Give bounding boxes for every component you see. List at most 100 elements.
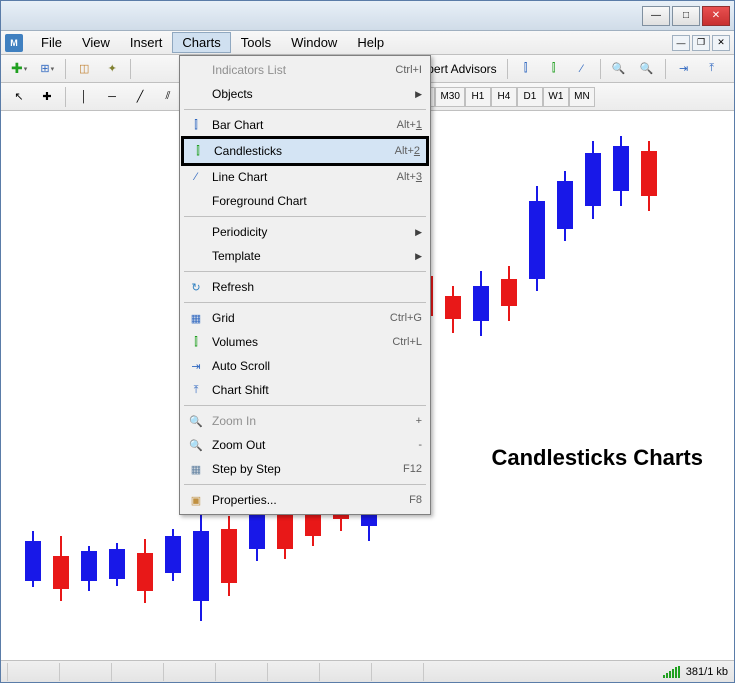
menu-item-template[interactable]: Template▶ <box>182 244 428 268</box>
blank-icon <box>186 223 206 241</box>
menu-item-refresh[interactable]: ↻ Refresh <box>182 275 428 299</box>
candlestick <box>496 111 522 660</box>
candlestick <box>580 111 606 660</box>
menu-item-label: Step by Step <box>212 462 403 476</box>
candlestick <box>48 111 74 660</box>
candlestick <box>20 111 46 660</box>
candlestick <box>636 111 662 660</box>
menu-file[interactable]: File <box>31 32 72 53</box>
menu-item-label: Chart Shift <box>212 383 422 397</box>
vol-icon: ⫿ <box>186 333 206 351</box>
mdi-minimize-button[interactable]: — <box>672 35 690 51</box>
horizontal-line-button[interactable]: ─ <box>100 86 124 108</box>
bar-chart-button[interactable]: ⫿ <box>514 58 538 80</box>
candlestick <box>76 111 102 660</box>
menu-item-label: Candlesticks <box>214 144 395 158</box>
bar-icon: ⫿ <box>186 116 206 134</box>
titlebar: — □ ✕ <box>1 1 734 31</box>
menu-window[interactable]: Window <box>281 32 347 53</box>
chart-shift-button[interactable]: ⤒ <box>700 58 724 80</box>
menu-separator <box>184 216 426 217</box>
shift-icon: ⤒ <box>186 381 206 399</box>
menu-shortcut: Alt+3 <box>397 171 422 183</box>
menu-help[interactable]: Help <box>347 32 394 53</box>
menu-view[interactable]: View <box>72 32 120 53</box>
menu-separator <box>184 271 426 272</box>
timeframe-mn[interactable]: MN <box>569 87 595 107</box>
crosshair-button[interactable]: ✚ <box>35 86 59 108</box>
candlestick <box>440 111 466 660</box>
new-chart-button[interactable]: ✚▾ <box>7 58 31 80</box>
zoom-in-button[interactable]: 🔍 <box>607 58 631 80</box>
auto-scroll-button[interactable]: ⇥ <box>672 58 696 80</box>
mdi-restore-button[interactable]: ❐ <box>692 35 710 51</box>
submenu-arrow-icon: ▶ <box>415 89 422 100</box>
menu-separator <box>184 405 426 406</box>
menu-item-volumes[interactable]: ⫿VolumesCtrl+L <box>182 330 428 354</box>
trendline-button[interactable]: ╱ <box>128 86 152 108</box>
candlestick <box>132 111 158 660</box>
menu-item-grid[interactable]: ▦GridCtrl+G <box>182 306 428 330</box>
menu-item-zoom-out[interactable]: 🔍Zoom Out- <box>182 433 428 457</box>
menu-insert[interactable]: Insert <box>120 32 173 53</box>
close-button[interactable]: ✕ <box>702 6 730 26</box>
menu-item-properties[interactable]: ▣Properties...F8 <box>182 488 428 512</box>
zout-icon: 🔍 <box>186 436 206 454</box>
zoom-out-button[interactable]: 🔍 <box>635 58 659 80</box>
menu-item-foreground-chart[interactable]: Foreground Chart <box>182 189 428 213</box>
menu-item-auto-scroll[interactable]: ⇥Auto Scroll <box>182 354 428 378</box>
timeframe-h1[interactable]: H1 <box>465 87 491 107</box>
menu-item-label: Grid <box>212 311 390 325</box>
charts-menu-dropdown: Indicators ListCtrl+IObjects▶ ⫿Bar ChartA… <box>179 55 431 515</box>
cursor-button[interactable]: ↖ <box>7 86 31 108</box>
menu-charts[interactable]: Charts <box>172 32 230 53</box>
timeframe-h4[interactable]: H4 <box>491 87 517 107</box>
timeframe-m30[interactable]: M30 <box>435 87 464 107</box>
menu-item-indicators-list: Indicators ListCtrl+I <box>182 58 428 82</box>
menu-separator <box>184 109 426 110</box>
menu-item-step-by-step[interactable]: ▦Step by StepF12 <box>182 457 428 481</box>
menu-shortcut: - <box>418 439 422 451</box>
menu-item-zoom-in: 🔍Zoom In+ <box>182 409 428 433</box>
channel-button[interactable]: ⫽ <box>156 86 180 108</box>
menu-shortcut: Ctrl+I <box>395 64 422 76</box>
candlestick-button[interactable]: ⫿ <box>542 58 566 80</box>
blank-icon <box>186 85 206 103</box>
statusbar: 381/1 kb <box>1 660 734 682</box>
maximize-button[interactable]: □ <box>672 6 700 26</box>
menu-shortcut: Alt+1 <box>397 119 422 131</box>
blank-icon <box>186 61 206 79</box>
menu-item-objects[interactable]: Objects▶ <box>182 82 428 106</box>
auto-icon: ⇥ <box>186 357 206 375</box>
menu-shortcut: Alt+2 <box>395 145 420 157</box>
highlighted-menu-item: ⫿ CandlesticksAlt+2 <box>181 136 429 166</box>
candlestick <box>608 111 634 660</box>
menu-tools[interactable]: Tools <box>231 32 281 53</box>
menu-item-bar-chart[interactable]: ⫿Bar ChartAlt+1 <box>182 113 428 137</box>
candlestick <box>104 111 130 660</box>
menu-item-periodicity[interactable]: Periodicity▶ <box>182 220 428 244</box>
candlestick <box>468 111 494 660</box>
vertical-line-button[interactable]: │ <box>72 86 96 108</box>
mdi-close-button[interactable]: ✕ <box>712 35 730 51</box>
menu-item-line-chart[interactable]: ⁄Line ChartAlt+3 <box>182 165 428 189</box>
candle-icon: ⫿ <box>188 142 208 160</box>
line-icon: ⁄ <box>186 168 206 186</box>
profiles-button[interactable]: ⊞▾ <box>35 58 59 80</box>
menu-shortcut: F12 <box>403 463 422 475</box>
menu-item-label: Properties... <box>212 493 409 507</box>
menu-item-candlesticks[interactable]: ⫿ CandlesticksAlt+2 <box>184 139 426 163</box>
timeframe-d1[interactable]: D1 <box>517 87 543 107</box>
grid-icon: ▦ <box>186 309 206 327</box>
refresh-icon: ↻ <box>186 278 206 296</box>
navigator-button[interactable]: ✦ <box>100 58 124 80</box>
menu-item-label: Refresh <box>212 280 422 294</box>
market-watch-button[interactable]: ◫ <box>72 58 96 80</box>
app-window: — □ ✕ M FileViewInsertChartsToolsWindowH… <box>0 0 735 683</box>
menu-item-label: Foreground Chart <box>212 194 422 208</box>
menubar: M FileViewInsertChartsToolsWindowHelp — … <box>1 31 734 55</box>
menu-item-chart-shift[interactable]: ⤒ Chart Shift <box>182 378 428 402</box>
timeframe-w1[interactable]: W1 <box>543 87 569 107</box>
minimize-button[interactable]: — <box>642 6 670 26</box>
line-chart-button[interactable]: ⁄ <box>570 58 594 80</box>
